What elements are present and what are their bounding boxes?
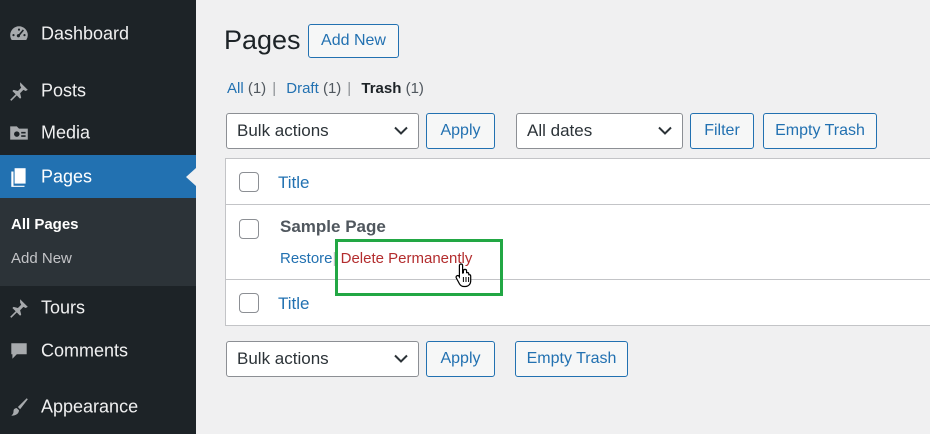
pages-table: Title Sample Page Restore| Delete Perman… <box>225 158 930 326</box>
menu-item-comments[interactable]: Comments <box>0 331 196 371</box>
empty-trash-button-top[interactable]: Empty Trash <box>763 113 877 149</box>
add-new-button[interactable]: Add New <box>308 24 399 58</box>
media-icon <box>10 126 28 140</box>
row-checkbox[interactable] <box>239 219 259 239</box>
hand-cursor-icon <box>455 263 472 288</box>
status-views: All (1) | Draft (1) | Trash (1) <box>227 80 424 97</box>
menu-label-appearance: Appearance <box>41 396 139 417</box>
menu-item-pages[interactable]: Pages <box>0 155 196 198</box>
view-trash-link[interactable]: Trash <box>361 80 401 97</box>
menu-label-posts: Posts <box>41 80 87 101</box>
title-column-header[interactable]: Title <box>278 173 310 193</box>
view-draft-link[interactable]: Draft <box>286 80 319 97</box>
apply-button-bottom[interactable]: Apply <box>426 341 495 377</box>
select-all-checkbox-bottom[interactable] <box>239 293 259 313</box>
view-trash-count: (1) <box>405 80 424 97</box>
highlight-box <box>335 239 503 296</box>
date-filter-value: All dates <box>527 121 593 140</box>
pages-submenu: All Pages Add New <box>0 198 196 286</box>
header-divider <box>226 204 930 205</box>
pushpin-icon <box>10 82 28 101</box>
title-column-footer[interactable]: Title <box>278 294 310 314</box>
bulk-actions-select-bottom[interactable]: Bulk actions <box>226 341 419 377</box>
bulk-actions-value: Bulk actions <box>237 121 329 140</box>
footer-divider <box>226 279 930 280</box>
menu-label-pages: Pages <box>41 166 93 186</box>
chevron-down-icon <box>658 126 672 135</box>
bulk-actions-value-bottom: Bulk actions <box>237 349 329 368</box>
chevron-down-icon <box>394 354 408 363</box>
date-filter-select[interactable]: All dates <box>516 113 683 149</box>
submenu-all-pages[interactable]: All Pages <box>11 216 79 233</box>
dashboard-icon <box>10 26 28 41</box>
admin-sidebar: Dashboard Posts Media Pages All Pages Ad… <box>0 0 196 434</box>
menu-item-posts[interactable]: Posts <box>0 71 196 111</box>
comments-icon <box>11 343 27 359</box>
menu-item-media[interactable]: Media <box>0 113 196 153</box>
menu-label-dashboard: Dashboard <box>41 23 130 44</box>
empty-trash-button-bottom[interactable]: Empty Trash <box>515 341 628 377</box>
menu-item-dashboard[interactable]: Dashboard <box>0 14 196 54</box>
select-all-checkbox-top[interactable] <box>239 172 259 192</box>
view-all-count: (1) <box>247 80 267 97</box>
row-title: Sample Page <box>280 217 386 236</box>
submenu-add-new[interactable]: Add New <box>11 250 72 267</box>
menu-item-tours[interactable]: Tours <box>0 288 196 328</box>
view-draft-count: (1) <box>322 80 342 97</box>
pages-icon <box>11 167 26 187</box>
menu-label-tours: Tours <box>41 297 86 318</box>
restore-link[interactable]: Restore <box>280 250 333 267</box>
chevron-down-icon <box>394 126 408 135</box>
brush-icon <box>11 398 28 416</box>
page-title: Pages <box>224 25 301 55</box>
view-all-link[interactable]: All <box>227 80 244 97</box>
filter-button[interactable]: Filter <box>690 113 754 149</box>
bulk-actions-select-top[interactable]: Bulk actions <box>226 113 419 149</box>
menu-label-media: Media <box>41 122 91 143</box>
menu-label-comments: Comments <box>41 340 129 361</box>
menu-item-appearance[interactable]: Appearance <box>0 387 196 427</box>
pushpin-icon <box>10 299 28 318</box>
apply-button-top[interactable]: Apply <box>426 113 495 149</box>
